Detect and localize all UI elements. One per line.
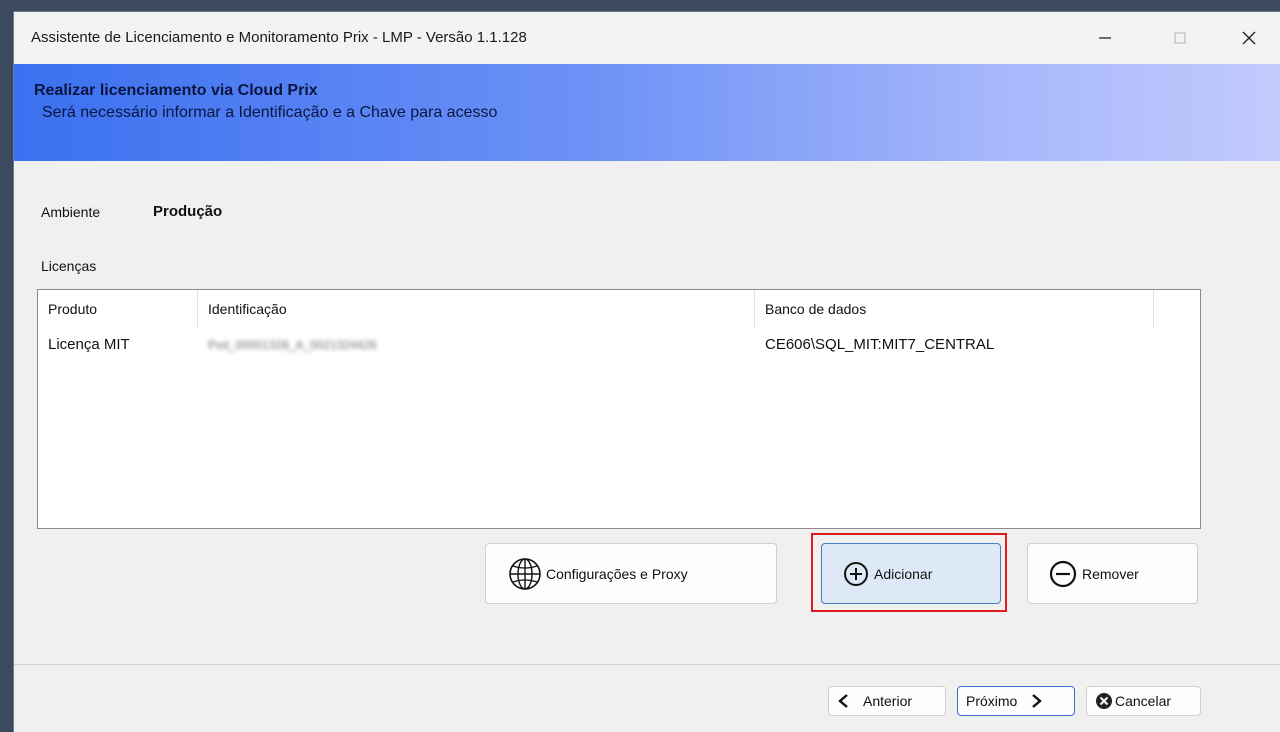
wizard-window: Assistente de Licenciamento e Monitorame…	[13, 11, 1280, 732]
banner-title: Realizar licenciamento via Cloud Prix	[34, 82, 318, 99]
license-row-banco[interactable]: CE606\SQL_MIT:MIT7_CENTRAL	[765, 336, 994, 353]
close-button[interactable]	[1226, 20, 1272, 56]
minus-circle-icon	[1048, 559, 1078, 589]
window-title: Assistente de Licenciamento e Monitorame…	[31, 29, 527, 46]
license-row-identificacao[interactable]: Pvd_00001328_A_0021324426	[208, 338, 377, 352]
column-separator	[754, 290, 755, 328]
environment-label: Ambiente	[41, 204, 101, 220]
plus-circle-icon	[842, 560, 870, 588]
cancel-label: Cancelar	[1115, 693, 1172, 709]
column-header-identificacao[interactable]: Identificação	[208, 301, 287, 317]
title-bar: Assistente de Licenciamento e Monitorame…	[14, 12, 1280, 64]
config-proxy-button[interactable]: Configurações e Proxy	[485, 543, 777, 604]
chevron-right-icon	[1031, 693, 1043, 709]
minimize-button[interactable]	[1082, 20, 1128, 56]
footer-divider	[14, 664, 1280, 665]
column-separator	[1153, 290, 1154, 328]
next-label: Próximo	[966, 693, 1018, 709]
chevron-left-icon	[837, 693, 849, 709]
previous-label: Anterior	[863, 693, 913, 709]
licenses-list[interactable]: Produto Identificação Banco de dados Lic…	[37, 289, 1201, 529]
add-label: Adicionar	[874, 565, 933, 582]
minimize-icon	[1099, 37, 1111, 39]
next-button[interactable]: Próximo	[957, 686, 1075, 716]
remove-button[interactable]: Remover	[1027, 543, 1198, 604]
add-button[interactable]: Adicionar	[821, 543, 1001, 604]
banner-subtitle: Será necessário informar a Identificação…	[42, 104, 498, 121]
close-icon	[1242, 31, 1256, 45]
cancel-button[interactable]: Cancelar	[1086, 686, 1201, 716]
remove-label: Remover	[1082, 565, 1139, 582]
config-proxy-label: Configurações e Proxy	[546, 565, 688, 582]
header-banner: Realizar licenciamento via Cloud Prix Se…	[14, 64, 1280, 161]
licenses-label: Licenças	[41, 258, 97, 274]
license-row-produto[interactable]: Licença MIT	[48, 336, 130, 353]
environment-value: Produção	[153, 203, 223, 220]
previous-button[interactable]: Anterior	[828, 686, 946, 716]
x-circle-icon	[1095, 692, 1113, 710]
maximize-button[interactable]	[1157, 20, 1203, 56]
maximize-icon	[1174, 32, 1186, 44]
column-separator	[197, 290, 198, 328]
column-header-produto[interactable]: Produto	[48, 301, 97, 317]
globe-icon	[508, 557, 542, 591]
column-header-banco[interactable]: Banco de dados	[765, 301, 866, 317]
